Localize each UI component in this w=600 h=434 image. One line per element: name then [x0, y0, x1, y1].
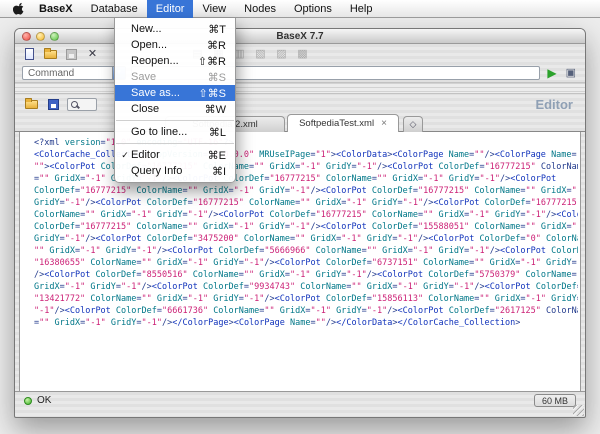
filter-button[interactable]: ▣	[564, 68, 578, 79]
menu-separator	[116, 120, 234, 121]
editor-panel-title: Editor	[535, 97, 577, 112]
menu-item-new[interactable]: New... ⌘T	[115, 21, 235, 37]
command-mode-select[interactable]: Command ▼	[22, 66, 126, 80]
menu-item-shortcut: ⇧⌘R	[198, 55, 226, 68]
menu-item-label: Go to line...	[131, 126, 199, 138]
map-view-icon: ▧	[255, 49, 265, 60]
status-text: OK	[37, 395, 51, 406]
code-line: ColorName="" GridX="-1" GridY="-1"/><Col…	[34, 209, 578, 221]
menu-database[interactable]: Database	[82, 0, 147, 18]
resize-grip[interactable]	[573, 405, 584, 416]
new-tab-button[interactable]: ◇	[403, 116, 423, 132]
menu-item-query-info[interactable]: Query Info ⌘I	[115, 163, 235, 179]
menu-item-go-to-line[interactable]: Go to line... ⌘L	[115, 124, 235, 140]
status-bar: OK 60 MB	[15, 391, 585, 409]
tab-bar: Softpedia 2.xml SoftpediaTest.xml × ◇	[15, 114, 585, 132]
menu-item-shortcut: ⌘E	[208, 149, 226, 162]
menu-item-shortcut: ⌘I	[212, 165, 226, 178]
main-toolbar: ✕ ▤ ▦ ▥ ▧ ▨ ▩	[15, 44, 585, 64]
menu-item-close[interactable]: Close ⌘W	[115, 101, 235, 117]
code-line: GridY="-1"/><ColorPot ColorDef="3475200"…	[34, 233, 578, 245]
menu-nodes[interactable]: Nodes	[235, 0, 285, 18]
menu-item-label: Save	[131, 71, 198, 83]
menu-item-shortcut: ⌘R	[207, 39, 226, 52]
title-bar[interactable]: BaseX 7.7	[15, 29, 585, 44]
code-line: "" GridX="-1" GridY="-1"/><ColorPot Colo…	[34, 245, 578, 257]
open-folder-icon	[44, 50, 57, 59]
open-button[interactable]	[42, 46, 59, 62]
close-tab-icon[interactable]: ×	[381, 119, 387, 129]
menu-item-label: New...	[131, 23, 198, 35]
memory-indicator[interactable]: 60 MB	[534, 394, 576, 407]
code-line: GridY="-1"/><ColorPot ColorDef="16777215…	[34, 197, 578, 209]
checkmark-icon: ✓	[119, 150, 131, 161]
tree-view-icon: ▨	[276, 49, 286, 60]
menu-bar: BaseX Database Editor View Nodes Options…	[0, 0, 600, 18]
view-tree-button[interactable]: ▨	[273, 46, 290, 62]
view-map-button[interactable]: ▧	[252, 46, 269, 62]
command-mode-label: Command	[28, 68, 74, 79]
menu-item-shortcut: ⌘S	[208, 71, 226, 84]
editor-save-button[interactable]	[45, 96, 62, 112]
view-explorer-button[interactable]: ▩	[294, 46, 311, 62]
new-file-icon	[25, 48, 34, 60]
menu-item-open[interactable]: Open... ⌘R	[115, 37, 235, 53]
code-line: GridX="-1" GridY="-1"/><ColorPot ColorDe…	[34, 281, 578, 293]
window-title: BaseX 7.7	[15, 31, 585, 42]
close-icon: ✕	[88, 49, 97, 60]
pinstripe-divider	[15, 82, 585, 94]
editor-content[interactable]: <?xml version="1.0" encoding="UTF-16"?><…	[19, 132, 581, 391]
menu-help[interactable]: Help	[341, 0, 382, 18]
editor-lines: <?xml version="1.0" encoding="UTF-16"?><…	[20, 132, 580, 329]
command-bar: Command ▼ ▶ ▣	[15, 64, 585, 82]
menu-item-shortcut: ⇧⌘S	[198, 87, 226, 100]
code-line: ="" GridX="-1" GridY="-1"/></ColorPage><…	[34, 317, 578, 329]
basex-window: BaseX 7.7 ✕ ▤ ▦ ▥ ▧ ▨ ▩ Command ▼ ▶ ▣	[14, 28, 586, 418]
desktop: BaseX Database Editor View Nodes Options…	[0, 0, 600, 434]
code-line: "-1"/><ColorPot ColorDef="6661736" Color…	[34, 305, 578, 317]
save-icon	[66, 49, 77, 60]
tab-softpediatest[interactable]: SoftpediaTest.xml ×	[287, 114, 399, 132]
menu-item-label: Query Info	[131, 165, 202, 177]
save-button[interactable]	[63, 46, 80, 62]
menu-item-editor[interactable]: ✓ Editor ⌘E	[115, 147, 235, 163]
menu-item-save-as[interactable]: Save as... ⇧⌘S	[115, 85, 235, 101]
code-line: ColorDef="16777215" ColorName="" GridX="…	[34, 221, 578, 233]
menu-item-label: Reopen...	[131, 55, 188, 67]
menu-item-label: Close	[131, 103, 195, 115]
menu-options[interactable]: Options	[285, 0, 341, 18]
code-line: ColorDef="16777215" ColorName="" GridX="…	[34, 185, 578, 197]
code-line: "13421772" ColorName="" GridX="-1" GridY…	[34, 293, 578, 305]
explorer-view-icon: ▩	[297, 49, 307, 60]
new-button[interactable]	[21, 46, 38, 62]
open-folder-icon	[25, 100, 38, 109]
menu-item-shortcut: ⌘T	[208, 23, 226, 36]
editor-menu: New... ⌘T Open... ⌘R Reopen... ⇧⌘R Save …	[114, 18, 236, 183]
menu-separator	[116, 143, 234, 144]
menu-view[interactable]: View	[193, 0, 235, 18]
status-ok-icon	[24, 397, 32, 405]
menu-item-label: Editor	[131, 149, 198, 161]
save-disk-icon	[48, 99, 59, 110]
code-line: "16380655" ColorName="" GridX="-1" GridY…	[34, 257, 578, 269]
menu-editor[interactable]: Editor	[147, 0, 194, 18]
editor-search[interactable]	[67, 98, 97, 111]
menu-item-label: Open...	[131, 39, 197, 51]
menu-item-label: Save as...	[131, 87, 188, 99]
code-line: /><ColorPot ColorDef="8550516" ColorName…	[34, 269, 578, 281]
search-icon	[71, 101, 78, 108]
run-button[interactable]: ▶	[545, 67, 558, 79]
window-bottom-frame	[15, 409, 585, 417]
apple-menu-icon[interactable]	[12, 2, 26, 16]
close-db-button[interactable]: ✕	[84, 46, 101, 62]
diamond-icon: ◇	[410, 119, 417, 130]
menu-item-reopen[interactable]: Reopen... ⇧⌘R	[115, 53, 235, 69]
menu-item-shortcut: ⌘L	[209, 126, 226, 139]
menu-item-shortcut: ⌘W	[205, 103, 226, 116]
tab-label: SoftpediaTest.xml	[299, 118, 374, 129]
editor-toolbar: Editor	[15, 94, 585, 114]
editor-open-button[interactable]	[23, 96, 40, 112]
menu-item-save: Save ⌘S	[115, 69, 235, 85]
menu-basex[interactable]: BaseX	[30, 0, 82, 18]
